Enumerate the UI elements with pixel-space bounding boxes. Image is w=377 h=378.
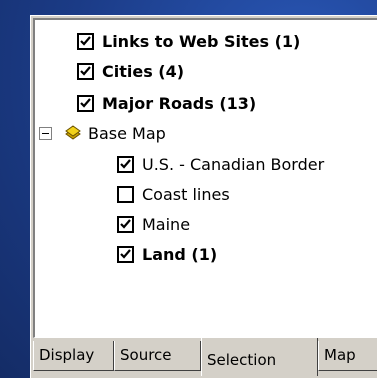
checkmark-icon [120,158,131,169]
layer-tree[interactable]: Links to Web Sites (1) Cities (4) Major … [33,18,377,338]
layer-label: Maine [142,214,191,234]
layer-checkbox-maine[interactable] [117,215,134,233]
checkmark-icon [80,97,91,108]
tab-source[interactable]: Source [114,341,201,371]
layer-checkbox-cities[interactable] [77,62,94,80]
group-row-base-map[interactable]: Base Map [39,120,166,146]
layer-group-icon [65,125,81,140]
layer-label: Coast lines [142,184,230,204]
layer-checkbox-major-roads[interactable] [77,94,94,112]
checkmark-icon [120,248,131,259]
checkmark-icon [120,218,131,229]
layer-checkbox-border[interactable] [117,155,134,173]
layer-checkbox-links[interactable] [77,32,94,50]
panel-tab-strip: Display Source Selection Map [31,338,377,378]
layer-row-coast-lines[interactable]: Coast lines [117,181,230,207]
tab-display[interactable]: Display [33,341,114,371]
layer-label: U.S. - Canadian Border [142,154,325,174]
layer-row-links[interactable]: Links to Web Sites (1) [77,28,300,54]
layer-label: Land (1) [142,244,218,264]
layer-label: Links to Web Sites (1) [102,31,301,51]
layer-row-border[interactable]: U.S. - Canadian Border [117,151,324,177]
layer-checkbox-land[interactable] [117,245,134,263]
layer-checkbox-coast-lines[interactable] [117,185,134,203]
layer-row-maine[interactable]: Maine [117,211,190,237]
checkmark-icon [80,35,91,46]
layer-control-panel: Links to Web Sites (1) Cities (4) Major … [30,15,377,378]
group-label: Base Map [88,123,166,143]
layer-row-major-roads[interactable]: Major Roads (13) [77,90,256,116]
tab-map[interactable]: Map [318,341,377,371]
collapse-toggle-icon[interactable] [39,126,52,140]
checkmark-icon [80,65,91,76]
layer-row-land[interactable]: Land (1) [117,241,217,267]
layer-row-cities[interactable]: Cities (4) [77,58,184,84]
tab-selection[interactable]: Selection [201,338,318,376]
layer-label: Cities (4) [102,61,185,81]
layer-label: Major Roads (13) [102,93,257,113]
